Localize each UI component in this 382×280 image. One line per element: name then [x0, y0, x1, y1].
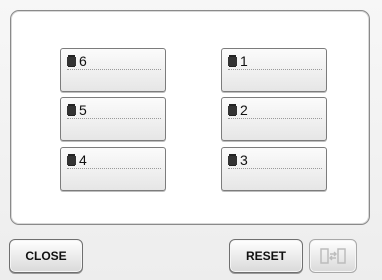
spool-button-5[interactable]: 5 [60, 97, 166, 141]
spool-button-3[interactable]: 3 [221, 147, 327, 191]
spool-number: 6 [79, 53, 87, 69]
spool-header: 2 [228, 102, 322, 119]
spool-button-4[interactable]: 4 [60, 147, 166, 191]
thread-spool-screen: 6 5 4 1 2 3 CLOSE RESET [0, 0, 382, 280]
spool-button-1[interactable]: 1 [221, 48, 327, 92]
thread-spool-icon [228, 55, 237, 67]
spool-swap-button[interactable] [309, 239, 357, 273]
thread-spool-icon [67, 104, 76, 116]
thread-spool-icon [67, 154, 76, 166]
close-button[interactable]: CLOSE [9, 239, 83, 273]
spool-header: 3 [228, 152, 322, 169]
spool-panel: 6 5 4 1 2 3 [10, 10, 370, 225]
spool-header: 1 [228, 53, 322, 70]
spool-number: 4 [79, 152, 87, 168]
thread-spool-icon [228, 104, 237, 116]
spool-header: 4 [67, 152, 161, 169]
spool-number: 2 [240, 102, 248, 118]
thread-spool-icon [67, 55, 76, 67]
spool-number: 5 [79, 102, 87, 118]
spool-header: 6 [67, 53, 161, 70]
spool-number: 3 [240, 152, 248, 168]
spool-button-6[interactable]: 6 [60, 48, 166, 92]
spool-swap-icon [320, 248, 346, 264]
thread-spool-icon [228, 154, 237, 166]
spool-number: 1 [240, 53, 248, 69]
spool-header: 5 [67, 102, 161, 119]
spool-button-2[interactable]: 2 [221, 97, 327, 141]
reset-button[interactable]: RESET [229, 239, 303, 273]
